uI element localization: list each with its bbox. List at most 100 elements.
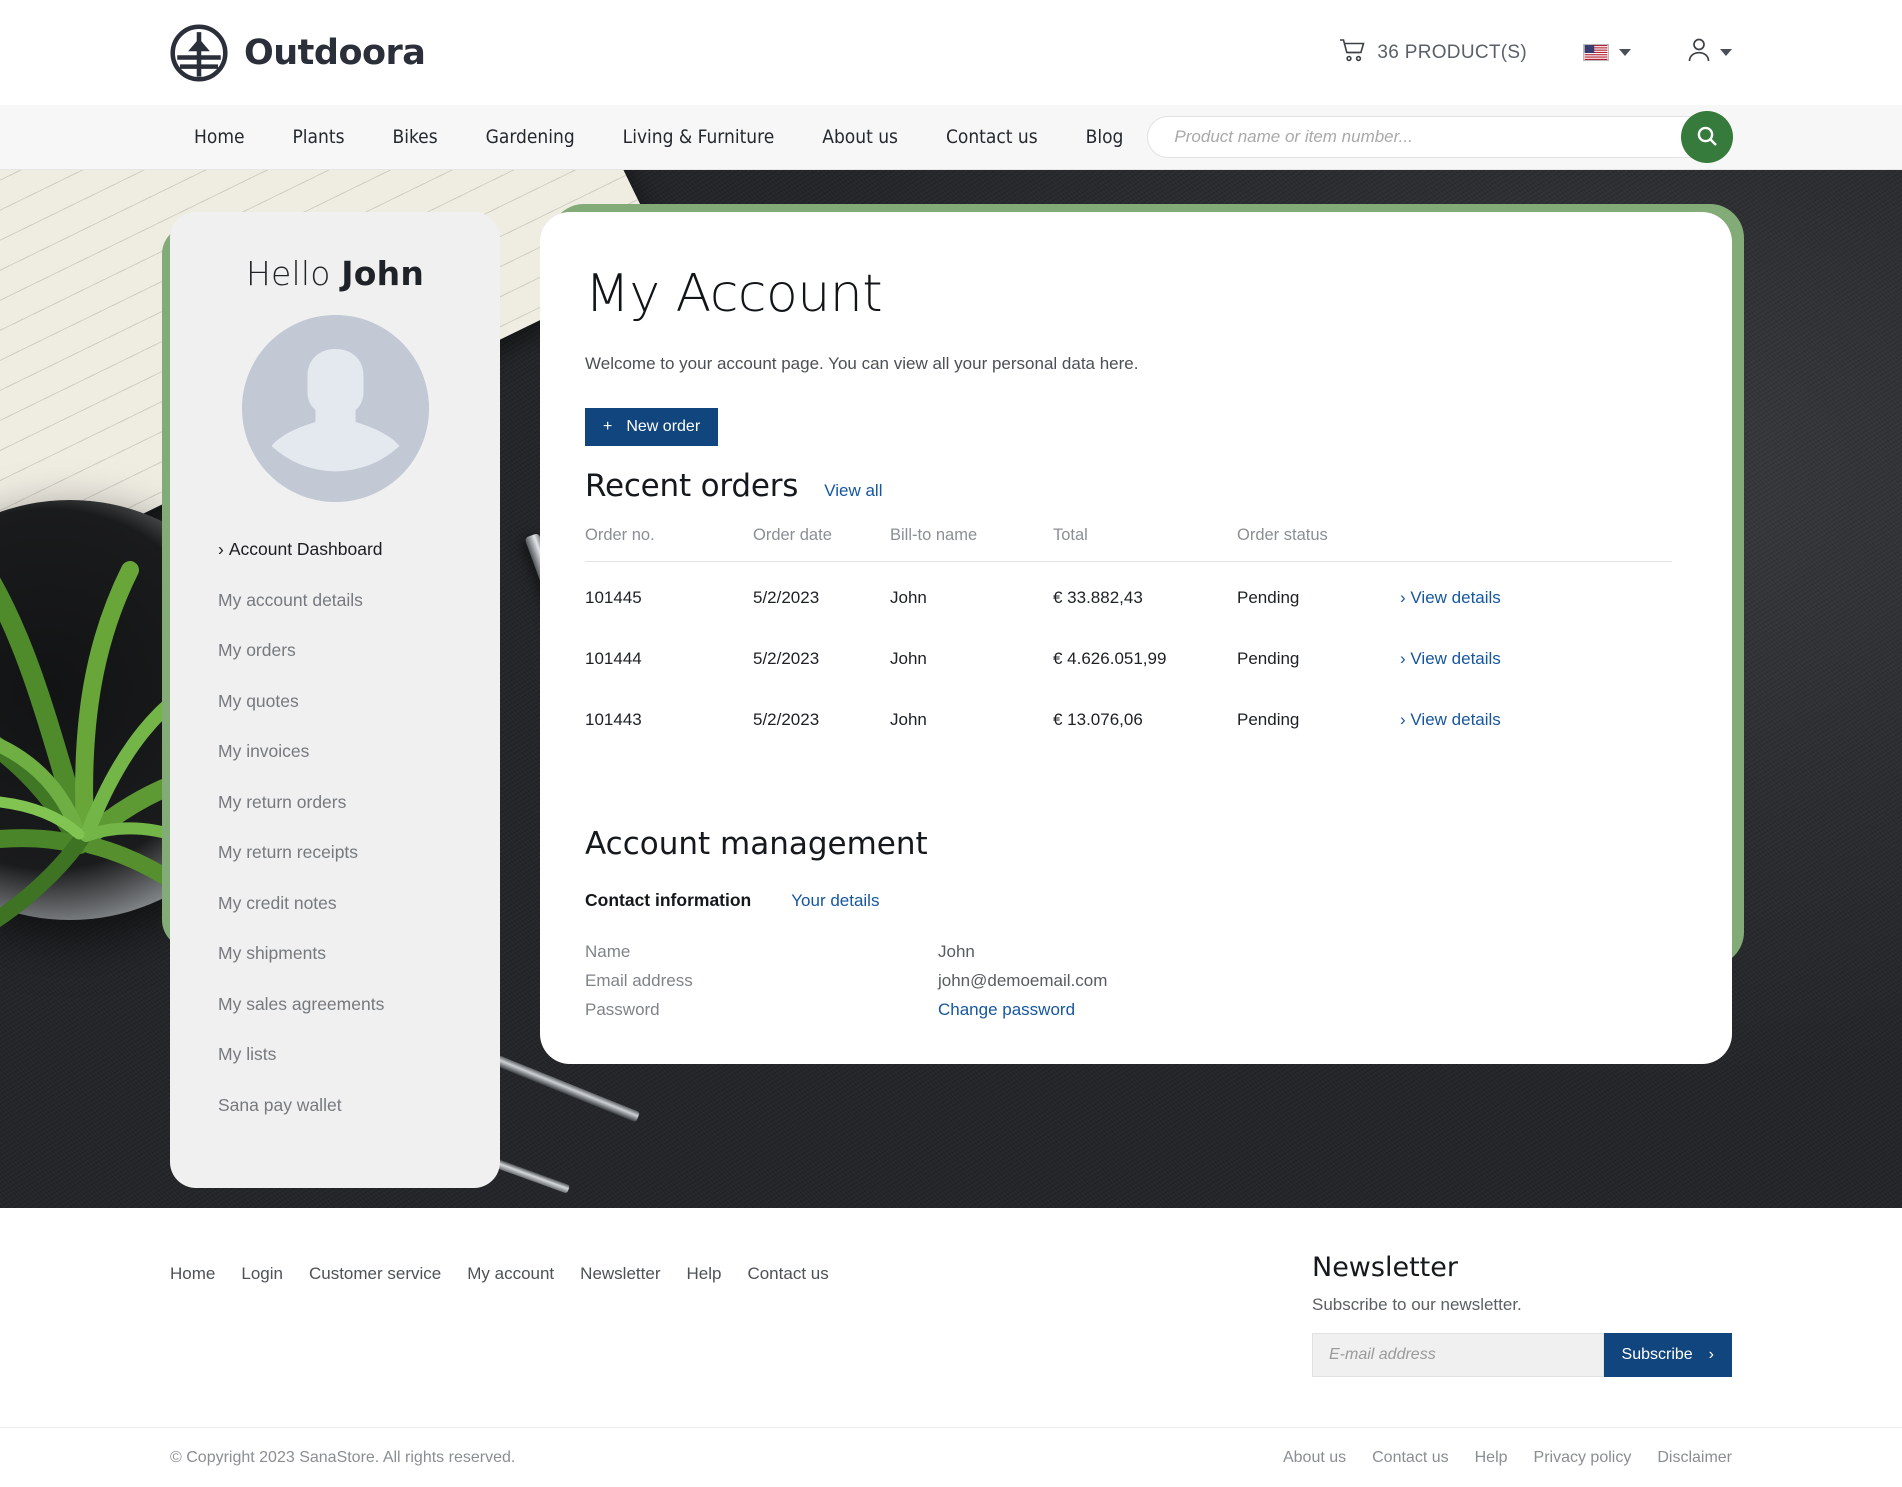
change-password-link[interactable]: Change password	[938, 995, 1075, 1024]
view-details-label: View details	[1410, 710, 1501, 729]
cell-total: € 13.076,06	[1053, 710, 1143, 729]
plus-icon: +	[603, 418, 613, 435]
newsletter-email-input[interactable]	[1312, 1333, 1604, 1377]
legal-link-contact-us[interactable]: Contact us	[1372, 1449, 1448, 1467]
nav-item-bikes[interactable]: Bikes	[368, 126, 461, 148]
view-details-link[interactable]: › View details	[1400, 710, 1501, 729]
page-title: My Account	[585, 264, 883, 324]
legal-link-disclaimer[interactable]: Disclaimer	[1657, 1449, 1732, 1467]
greeting-name: John	[341, 254, 425, 293]
language-selector[interactable]	[1583, 44, 1631, 61]
chevron-right-icon: ›	[1708, 1346, 1714, 1363]
column-header-bill-to-name: Bill-to name	[890, 526, 1053, 562]
footer-link-newsletter[interactable]: Newsletter	[580, 1264, 660, 1377]
info-row-password: Password Change password	[585, 995, 1672, 1024]
new-order-button[interactable]: + New order	[585, 408, 719, 446]
brand-name: Outdoora	[244, 32, 426, 73]
newsletter-section: Newsletter Subscribe to our newsletter. …	[1312, 1252, 1732, 1377]
search-input[interactable]	[1147, 116, 1732, 158]
legal-link-privacy-policy[interactable]: Privacy policy	[1534, 1449, 1632, 1467]
avatar	[241, 315, 429, 502]
nav-item-plants[interactable]: Plants	[269, 126, 369, 148]
column-header-actions	[1400, 526, 1672, 562]
subscribe-button[interactable]: Subscribe ›	[1603, 1333, 1732, 1377]
footer-link-customer-service[interactable]: Customer service	[309, 1264, 441, 1377]
sidebar-item-my-sales-agreements[interactable]: My sales agreements	[218, 985, 500, 1025]
sidebar-item-sana-pay-wallet[interactable]: Sana pay wallet	[218, 1086, 500, 1126]
info-label-email: Email address	[585, 971, 693, 990]
view-all-link[interactable]: View all	[824, 481, 882, 501]
cart-button[interactable]: 36 PRODUCT(S)	[1339, 38, 1527, 68]
info-value-email: john@demoemail.com	[938, 971, 1108, 990]
nav-item-blog[interactable]: Blog	[1062, 126, 1148, 148]
account-main-panel: My Account Welcome to your account page.…	[540, 204, 1744, 1188]
info-label-password: Password	[585, 1000, 660, 1019]
sidebar-item-my-credit-notes[interactable]: My credit notes	[218, 884, 500, 924]
nav-item-gardening[interactable]: Gardening	[462, 126, 599, 148]
cell-bill-to: John	[890, 588, 927, 607]
footer-link-home[interactable]: Home	[170, 1264, 215, 1377]
chevron-right-icon: ›	[218, 539, 224, 559]
footer-link-my-account[interactable]: My account	[467, 1264, 554, 1377]
shopping-cart-icon	[1339, 38, 1365, 68]
footer-link-contact-us[interactable]: Contact us	[747, 1264, 828, 1377]
nav-item-home[interactable]: Home	[170, 126, 269, 148]
newsletter-subtitle: Subscribe to our newsletter.	[1312, 1295, 1522, 1314]
legal-link-about-us[interactable]: About us	[1283, 1449, 1346, 1467]
recent-orders-table: Order no. Order date Bill-to name Total …	[585, 526, 1672, 750]
copyright-bar: © Copyright 2023 SanaStore. All rights r…	[0, 1427, 1902, 1487]
view-details-link[interactable]: › View details	[1400, 588, 1501, 607]
default-user-avatar-icon	[241, 315, 429, 502]
column-header-order-no: Order no.	[585, 526, 753, 562]
legal-link-help[interactable]: Help	[1475, 1449, 1508, 1467]
cell-order-no: 101444	[585, 649, 642, 668]
nav-item-about-us[interactable]: About us	[798, 126, 922, 148]
sidebar-item-my-quotes[interactable]: My quotes	[218, 682, 500, 722]
nav-item-living-furniture[interactable]: Living & Furniture	[599, 126, 799, 148]
brand-logo[interactable]: Outdoora	[170, 23, 426, 82]
column-header-total: Total	[1053, 526, 1237, 562]
footer-link-help[interactable]: Help	[686, 1264, 721, 1377]
column-header-order-date: Order date	[753, 526, 890, 562]
table-row: 101443 5/2/2023 John € 13.076,06 Pending…	[585, 689, 1672, 750]
cell-status: Pending	[1237, 588, 1300, 607]
info-value-name: John	[938, 942, 975, 961]
sidebar-item-my-return-receipts[interactable]: My return receipts	[218, 833, 500, 873]
table-row: 101444 5/2/2023 John € 4.626.051,99 Pend…	[585, 628, 1672, 689]
cell-total: € 33.882,43	[1053, 588, 1143, 607]
view-details-link[interactable]: › View details	[1400, 649, 1501, 668]
new-order-label: New order	[626, 418, 701, 435]
sidebar-item-my-account-details[interactable]: My account details	[218, 581, 500, 621]
view-details-label: View details	[1410, 649, 1501, 668]
nav-item-contact-us[interactable]: Contact us	[922, 126, 1062, 148]
sidebar-item-my-lists[interactable]: My lists	[218, 1035, 500, 1075]
sidebar-item-account-dashboard[interactable]: › Account Dashboard	[218, 530, 500, 570]
newsletter-title: Newsletter	[1312, 1252, 1458, 1283]
sidebar-item-my-invoices[interactable]: My invoices	[218, 732, 500, 772]
search-button[interactable]	[1681, 111, 1733, 163]
footer-link-login[interactable]: Login	[241, 1264, 283, 1377]
search-box	[1147, 111, 1733, 163]
us-flag-icon	[1583, 44, 1609, 61]
column-header-order-status: Order status	[1237, 526, 1400, 562]
user-account-icon	[1687, 37, 1711, 68]
search-icon	[1695, 124, 1719, 151]
legal-links: About us Contact us Help Privacy policy …	[1283, 1449, 1732, 1467]
contact-information-label: Contact information	[585, 890, 752, 910]
user-account-menu[interactable]	[1687, 37, 1732, 68]
greeting: Hello John	[170, 254, 500, 293]
sidebar-item-my-shipments[interactable]: My shipments	[218, 934, 500, 974]
sidebar-menu: › Account Dashboard My account details My…	[170, 530, 500, 1125]
subscribe-label: Subscribe	[1621, 1346, 1693, 1363]
cell-total: € 4.626.051,99	[1053, 649, 1167, 668]
sidebar-item-my-return-orders[interactable]: My return orders	[218, 783, 500, 823]
cell-status: Pending	[1237, 649, 1300, 668]
chevron-down-icon	[1619, 49, 1631, 56]
account-sidebar: Hello John › Account Dashboard My account…	[162, 212, 500, 1188]
cell-bill-to: John	[890, 649, 927, 668]
sidebar-item-my-orders[interactable]: My orders	[218, 631, 500, 671]
cell-order-no: 101445	[585, 588, 642, 607]
your-details-link[interactable]: Your details	[791, 891, 879, 911]
main-navigation: Home Plants Bikes Gardening Living & Fur…	[0, 105, 1902, 170]
greeting-prefix: Hello	[245, 254, 342, 293]
